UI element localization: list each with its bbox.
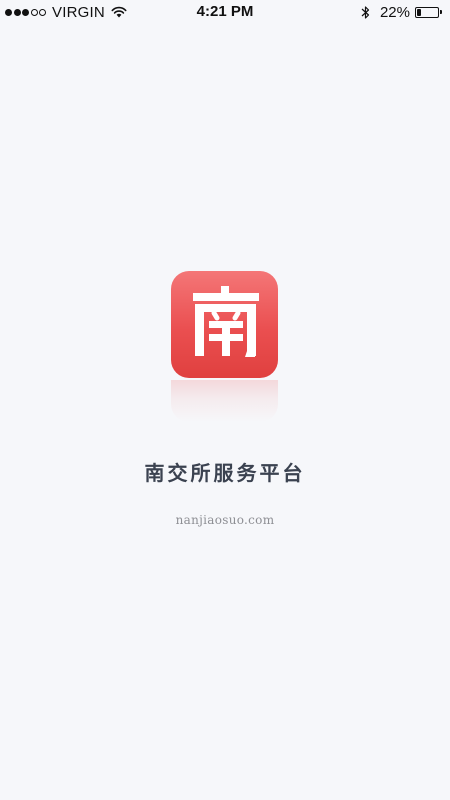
logo-glyph-nan — [193, 286, 259, 357]
app-logo-icon — [171, 271, 278, 378]
battery-percentage: 22% — [379, 3, 410, 21]
status-bar: VIRGIN 4:21 PM 22% — [0, 0, 450, 24]
app-url: nanjiaosuo.com — [175, 513, 275, 527]
battery-level-fill — [417, 8, 421, 16]
battery-nub — [440, 10, 442, 14]
logo-reflection — [171, 380, 278, 422]
splash-screen: VIRGIN 4:21 PM 22% 南交所服务平台 nanjiaosuo.co… — [0, 0, 450, 800]
status-bar-right: 22% — [361, 3, 442, 21]
battery-icon — [415, 6, 439, 18]
bluetooth-icon — [361, 5, 370, 19]
app-title: 南交所服务平台 — [144, 463, 306, 485]
